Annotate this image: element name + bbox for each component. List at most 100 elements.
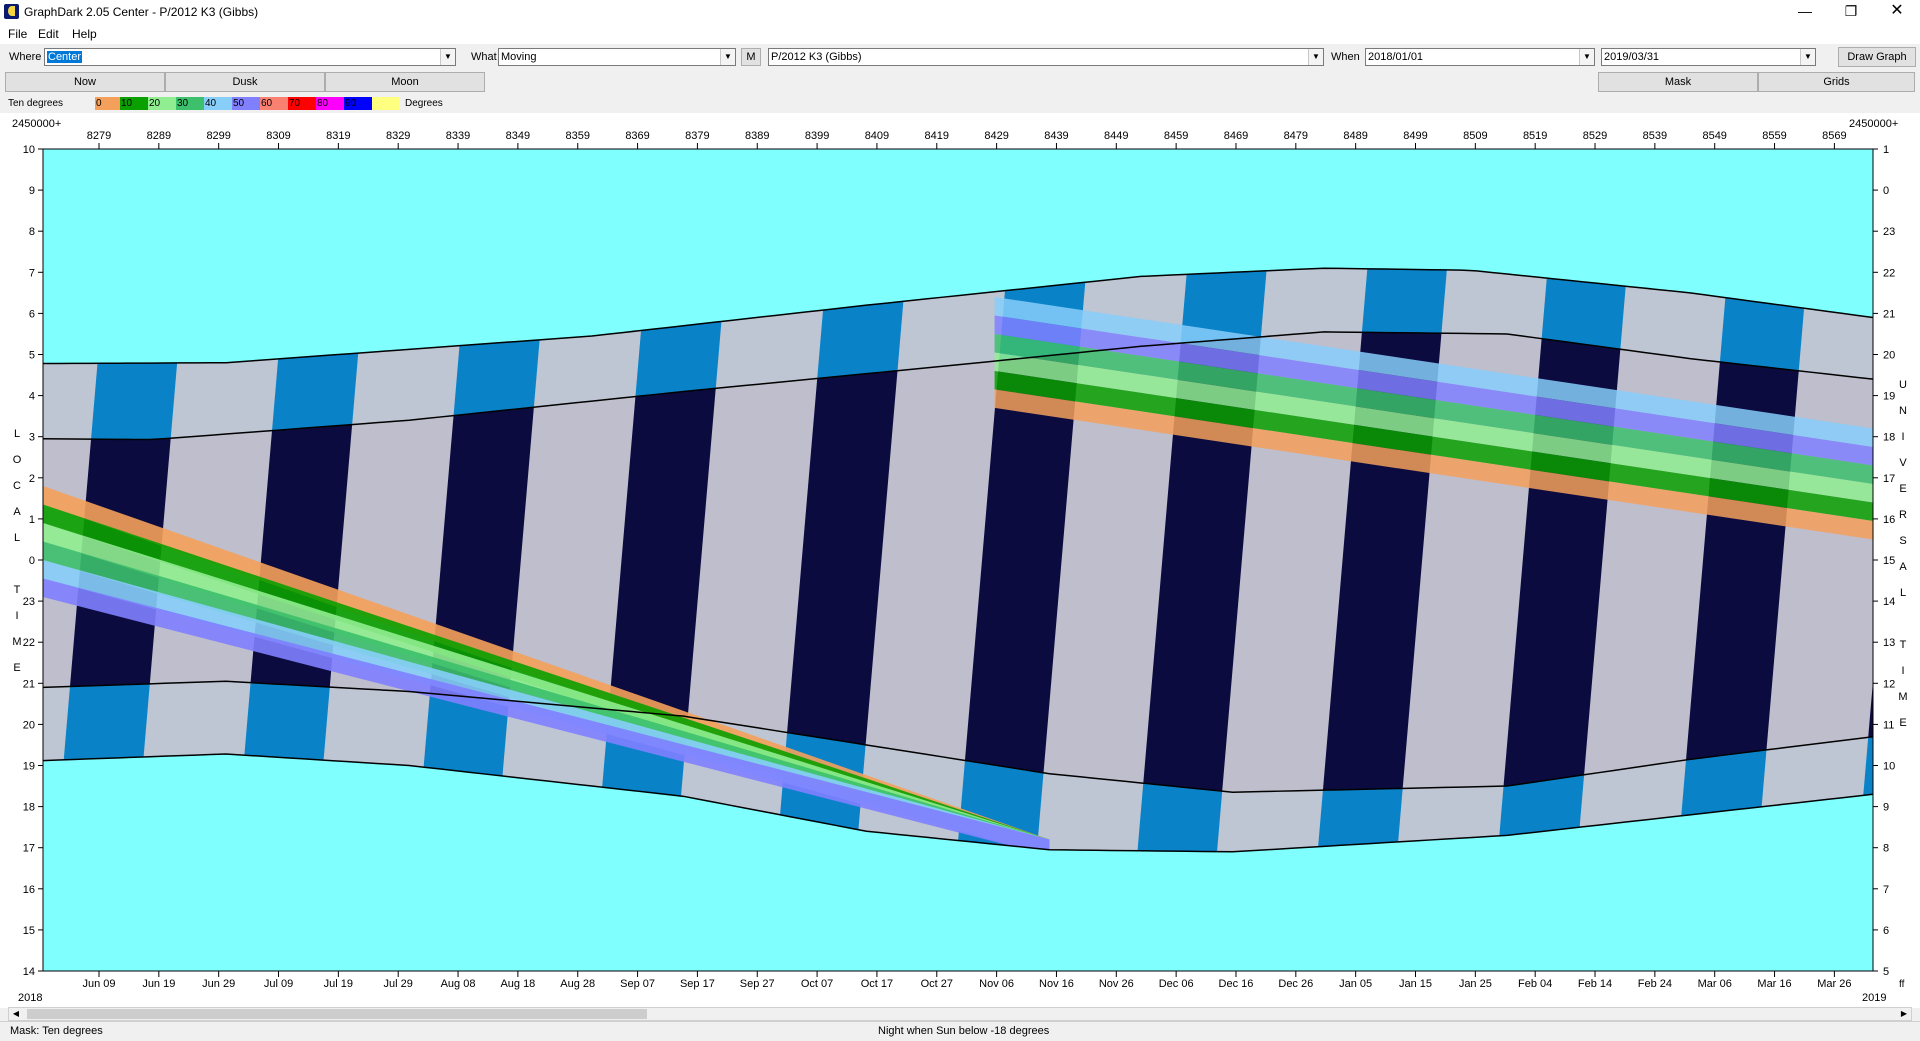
left-axis-title-letter: L (14, 532, 20, 544)
local-hour-label: 9 (29, 185, 35, 197)
universal-hour-label: 19 (1883, 391, 1895, 403)
chevron-down-icon[interactable]: ▼ (1308, 49, 1323, 65)
jd-tick-label: 8469 (1224, 130, 1248, 142)
date-tick-label: Aug 28 (560, 978, 595, 990)
year-left: 2018 (18, 992, 42, 1004)
draw-graph-button[interactable]: Draw Graph (1838, 47, 1916, 67)
jd-tick-label: 8439 (1044, 130, 1068, 142)
date-tick-label: Oct 27 (921, 978, 953, 990)
local-hour-label: 3 (29, 432, 35, 444)
grids-button[interactable]: Grids (1758, 72, 1915, 92)
legend-item: 40 (204, 97, 232, 110)
date-tick-label: Jun 29 (202, 978, 235, 990)
legend-bar: Ten degrees 0 10 20 30 40 50 60 70 80 90 Degrees (0, 95, 1920, 113)
universal-hour-label: 6 (1883, 925, 1889, 937)
jd-tick-label: 8319 (326, 130, 350, 142)
jd-tick-label: 8529 (1583, 130, 1607, 142)
now-button[interactable]: Now (5, 72, 165, 92)
menu-edit[interactable]: Edit (38, 27, 59, 41)
date-tick-label: Feb 04 (1518, 978, 1552, 990)
date-tick-label: Mar 16 (1757, 978, 1791, 990)
date-tick-label: Sep 27 (740, 978, 775, 990)
jd-tick-label: 8349 (506, 130, 530, 142)
scroll-left-icon[interactable]: ◀ (9, 1008, 23, 1020)
horizontal-scrollbar[interactable]: ◀ ▶ (8, 1007, 1912, 1021)
right-axis-title-letter: I (1901, 431, 1904, 443)
object-value: P/2012 K3 (Gibbs) (771, 51, 862, 63)
right-axis-title-letter: S (1899, 535, 1906, 547)
legend-item: 90 (344, 97, 372, 110)
status-bar: Mask: Ten degrees Night when Sun below -… (0, 1021, 1920, 1041)
universal-hour-label: 22 (1883, 267, 1895, 279)
scrollbar-thumb[interactable] (27, 1009, 647, 1019)
date-tick-label: Jul 09 (264, 978, 293, 990)
m-button[interactable]: M (741, 48, 761, 66)
jd-tick-label: 8299 (206, 130, 230, 142)
mask-button[interactable]: Mask (1598, 72, 1758, 92)
close-button[interactable]: ✕ (1874, 0, 1920, 24)
date-tick-label: Mar 06 (1698, 978, 1732, 990)
title-bar: GraphDark 2.05 Center - P/2012 K3 (Gibbs… (0, 0, 1920, 24)
date-tick-label: Nov 06 (979, 978, 1014, 990)
jd-tick-label: 8399 (805, 130, 829, 142)
universal-hour-label: 21 (1883, 308, 1895, 320)
local-hour-label: 4 (29, 391, 35, 403)
local-hour-label: 21 (23, 678, 35, 690)
chevron-down-icon[interactable]: ▼ (1579, 49, 1594, 65)
when-label: When (1331, 51, 1360, 63)
date-tick-label: Jan 15 (1399, 978, 1432, 990)
dusk-button[interactable]: Dusk (165, 72, 325, 92)
local-hour-label: 1 (29, 514, 35, 526)
restore-button[interactable]: ❐ (1828, 0, 1874, 24)
menu-file[interactable]: File (8, 27, 27, 41)
left-axis-title-letter: E (13, 662, 20, 674)
right-axis-title-letter: E (1899, 717, 1906, 729)
end-date-combo[interactable]: 2019/03/31 ▼ (1601, 48, 1816, 66)
visibility-graph-area: 2450000+ 2450000+ 8279 8289 8299 8309 8319 8329… (0, 113, 1920, 1008)
jd-tick-label: 8539 (1643, 130, 1667, 142)
chevron-down-icon[interactable]: ▼ (1800, 49, 1815, 65)
left-axis-title-letter: C (13, 480, 21, 492)
legend-item: 30 (176, 97, 204, 110)
what-label: What (471, 51, 497, 63)
local-hour-label: 22 (23, 637, 35, 649)
left-axis-title-letter: T (14, 584, 21, 596)
chevron-down-icon[interactable]: ▼ (440, 49, 455, 65)
left-axis-title-letter: I (15, 610, 18, 622)
universal-hour-label: 8 (1883, 843, 1889, 855)
where-combo[interactable]: Center ▼ (44, 48, 456, 66)
jd-offset-label-right: 2450000+ (1849, 118, 1898, 130)
jd-tick-label: 8359 (565, 130, 589, 142)
jd-tick-label: 8369 (625, 130, 649, 142)
object-combo[interactable]: P/2012 K3 (Gibbs) ▼ (768, 48, 1324, 66)
chevron-down-icon[interactable]: ▼ (720, 49, 735, 65)
what-combo[interactable]: Moving ▼ (498, 48, 736, 66)
universal-hour-label: 18 (1883, 432, 1895, 444)
moon-button[interactable]: Moon (325, 72, 485, 92)
date-tick-label: Jan 25 (1459, 978, 1492, 990)
local-hour-label: 7 (29, 267, 35, 279)
start-date-combo[interactable]: 2018/01/01 ▼ (1365, 48, 1595, 66)
jd-tick-label: 8509 (1463, 130, 1487, 142)
local-hour-label: 0 (29, 555, 35, 567)
local-hour-label: 23 (23, 596, 35, 608)
date-tick-label: Jul 29 (384, 978, 413, 990)
date-tick-label: Sep 07 (620, 978, 655, 990)
local-hour-label: 2 (29, 473, 35, 485)
universal-hour-label: 20 (1883, 350, 1895, 362)
right-axis-title-letter: I (1901, 665, 1904, 677)
legend-item: 50 (232, 97, 260, 110)
jd-tick-label: 8419 (925, 130, 949, 142)
jd-tick-label: 8389 (745, 130, 769, 142)
jd-tick-label: 8559 (1762, 130, 1786, 142)
scroll-right-icon[interactable]: ▶ (1897, 1008, 1911, 1020)
local-hour-label: 20 (23, 719, 35, 731)
jd-tick-label: 8429 (984, 130, 1008, 142)
jd-tick-label: 8569 (1822, 130, 1846, 142)
where-label: Where (9, 51, 42, 63)
legend-label: Ten degrees (8, 98, 64, 109)
menu-help[interactable]: Help (72, 27, 97, 41)
date-tick-label: Aug 18 (500, 978, 535, 990)
right-axis-title-letter: U (1899, 379, 1907, 391)
minimize-button[interactable]: — (1782, 0, 1828, 24)
